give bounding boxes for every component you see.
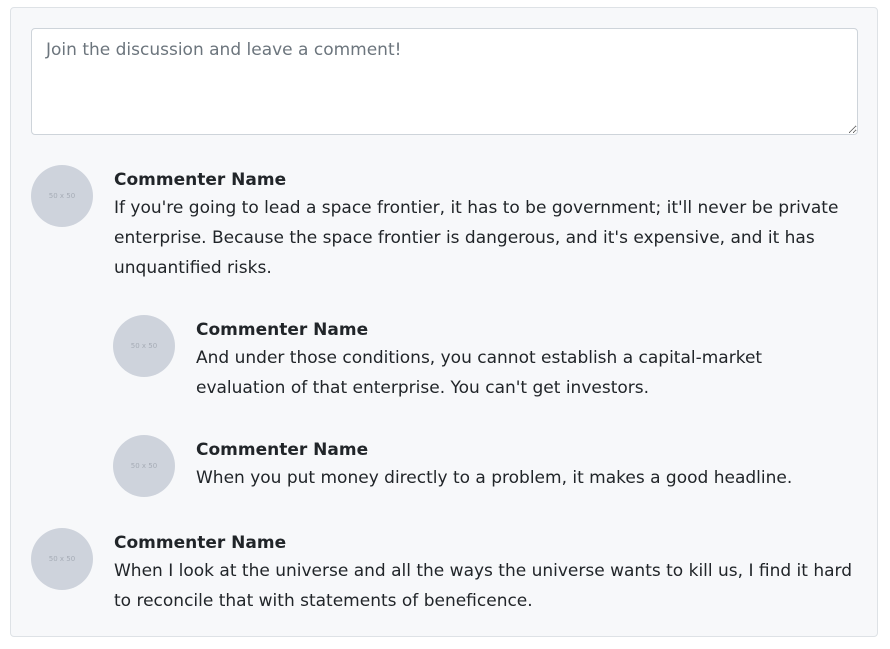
avatar: 50 x 50 bbox=[31, 528, 93, 590]
avatar-placeholder-text: 50 x 50 bbox=[130, 462, 158, 470]
comment-text: If you're going to lead a space frontier… bbox=[114, 198, 839, 278]
avatar-placeholder-text: 50 x 50 bbox=[48, 555, 76, 563]
comment-text: When I look at the universe and all the … bbox=[114, 561, 853, 611]
commenter-name: Commenter Name bbox=[114, 533, 287, 553]
commenter-name: Commenter Name bbox=[114, 170, 287, 190]
comment-text: And under those conditions, you cannot e… bbox=[196, 348, 763, 398]
avatar: 50 x 50 bbox=[113, 435, 175, 497]
comment-text: When you put money directly to a problem… bbox=[196, 468, 793, 488]
commenter-name: Commenter Name bbox=[196, 440, 369, 460]
comment-body: Commenter Name When you put money direct… bbox=[196, 437, 861, 493]
avatar-placeholder-text: 50 x 50 bbox=[48, 192, 76, 200]
avatar: 50 x 50 bbox=[31, 165, 93, 227]
commenter-name: Commenter Name bbox=[196, 320, 369, 340]
comment-body: Commenter Name If you're going to lead a… bbox=[114, 167, 851, 283]
comments-section: 50 x 50 Commenter Name If you're going t… bbox=[10, 7, 878, 637]
avatar-placeholder-text: 50 x 50 bbox=[130, 342, 158, 350]
avatar: 50 x 50 bbox=[113, 315, 175, 377]
comment-body: Commenter Name When I look at the univer… bbox=[114, 530, 859, 616]
comment-input[interactable] bbox=[31, 28, 858, 135]
comment-body: Commenter Name And under those condition… bbox=[196, 317, 836, 403]
